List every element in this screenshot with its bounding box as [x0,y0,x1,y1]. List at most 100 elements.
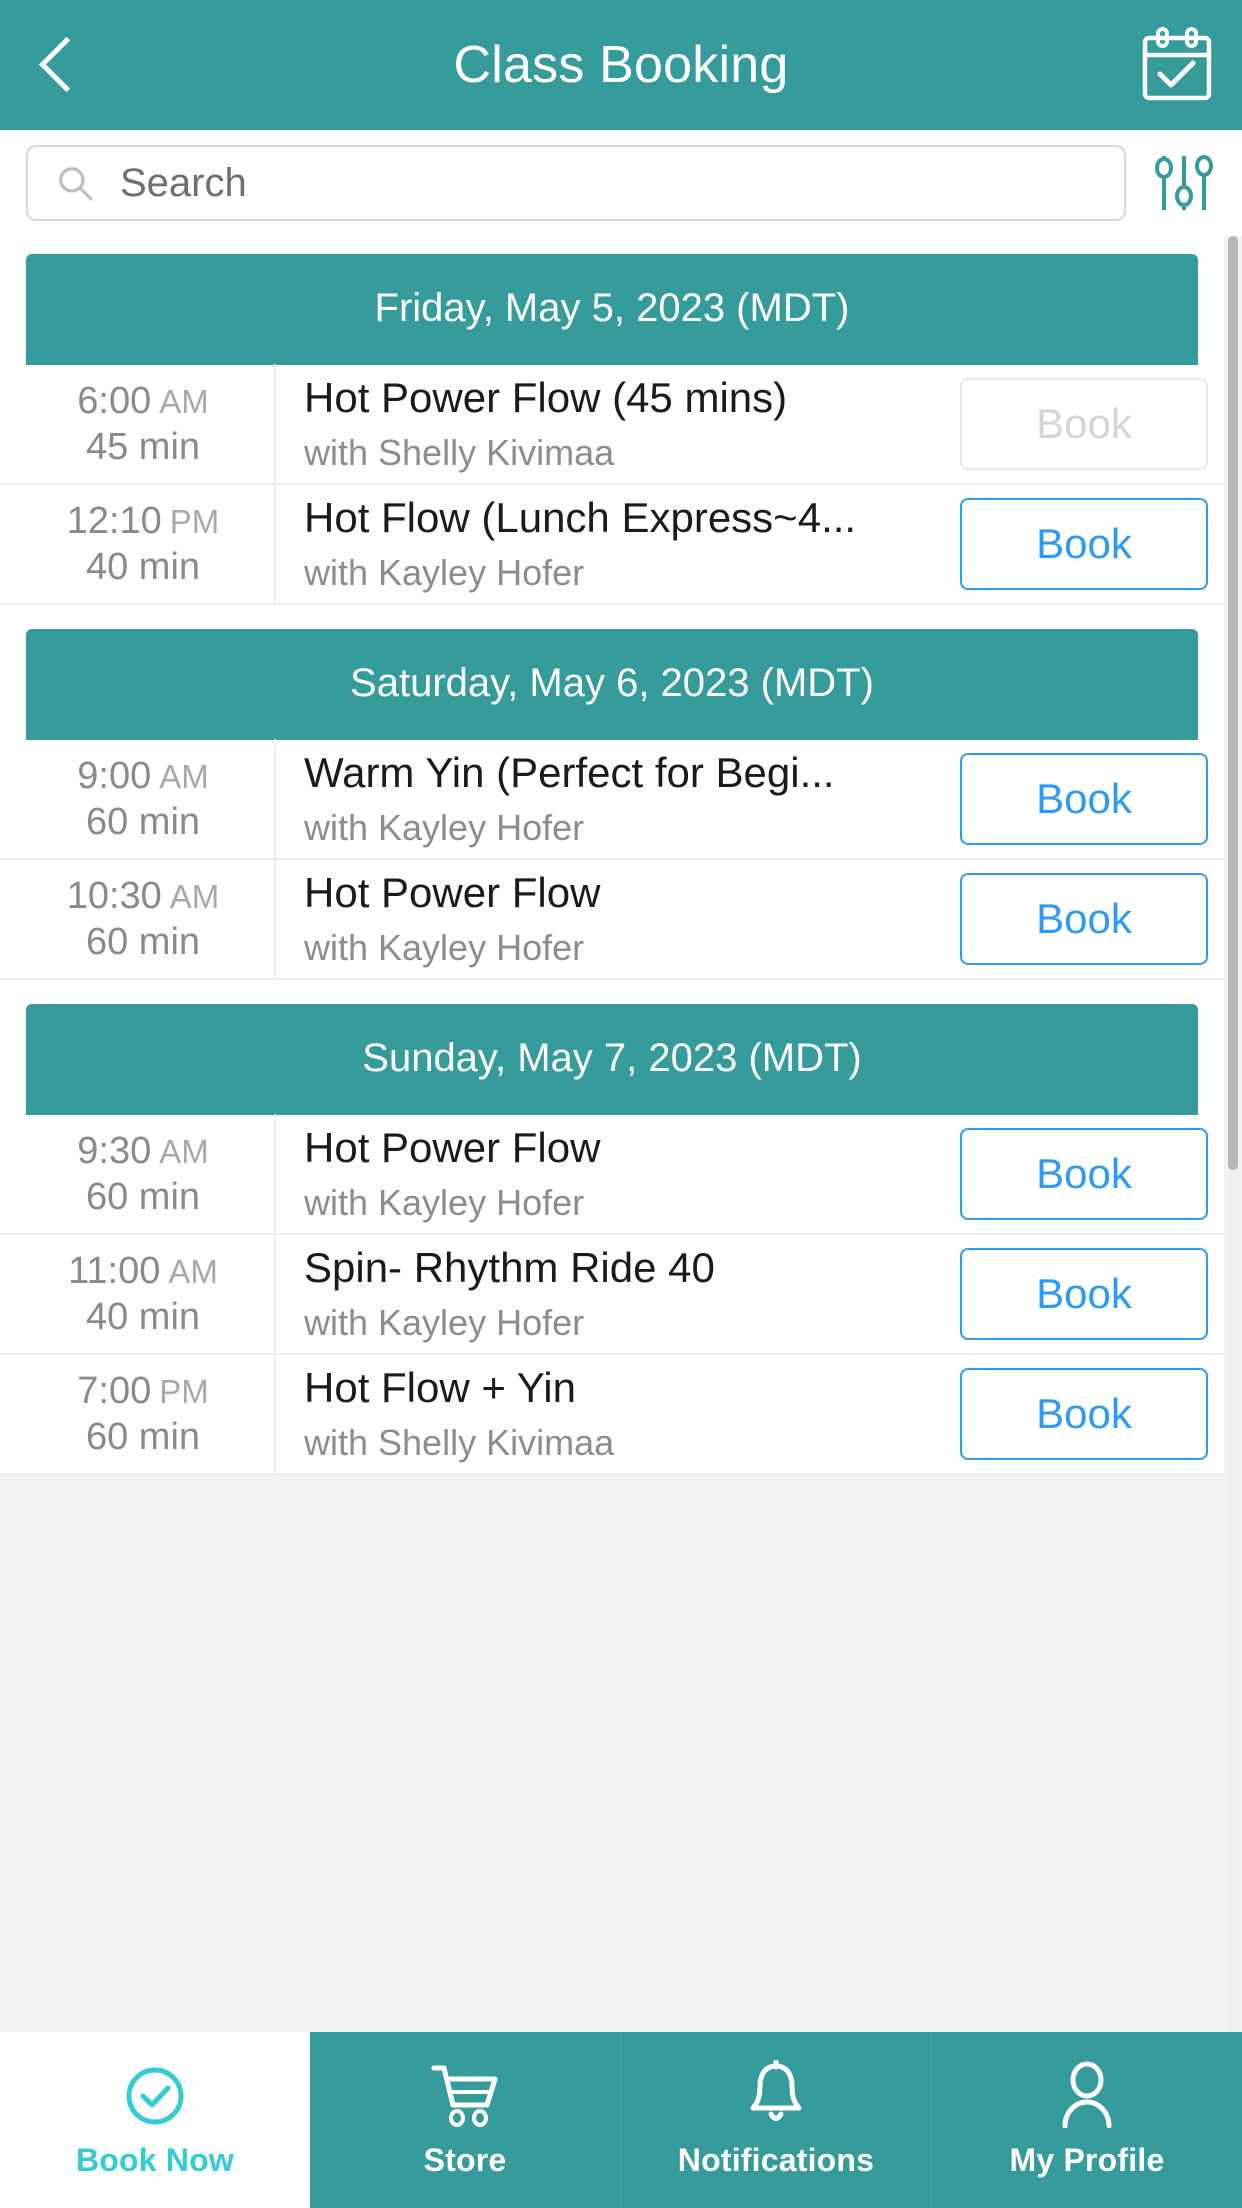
class-instructor: with Kayley Hofer [304,551,585,593]
class-time-meridiem: AM [169,877,220,915]
page-title: Class Booking [453,36,789,94]
class-instructor: with Kayley Hofer [304,1301,585,1343]
class-duration: 60 min [85,1416,201,1458]
class-info-column: Hot Power Flow with Kayley Hofer [276,868,960,969]
class-time-meridiem: AM [168,1252,218,1290]
class-row[interactable]: 12:10 PM 40 min Hot Flow (Lunch Express~4..… [0,484,1224,605]
class-info-column: Hot Power Flow with Kayley Hofer [276,1123,960,1224]
class-duration: 60 min [85,921,201,963]
back-button[interactable] [0,0,110,130]
tab-book-now[interactable]: Book Now [0,2032,310,2208]
class-instructor: with Shelly Kivimaa [304,1421,615,1463]
class-time-column: 7:00 PM 60 min [26,1354,276,1474]
calendar-check-icon [1142,27,1212,101]
class-name: Hot Flow (Lunch Express~4... [304,494,857,542]
book-button[interactable]: Book [960,873,1208,965]
tab-label: Store [423,2141,507,2178]
class-name: Hot Power Flow [304,869,601,917]
class-time-column: 11:00 AM 40 min [26,1234,276,1354]
scrollbar-thumb[interactable] [1228,236,1238,1170]
class-action-column: Book [960,378,1224,470]
class-time: 7:00 PM [77,1368,208,1414]
class-name: Spin- Rhythm Ride 40 [304,1244,715,1292]
class-duration: 45 min [85,426,201,468]
class-info-column: Hot Flow (Lunch Express~4... with Kayley … [276,493,960,594]
class-time: 9:30 AM [77,1128,208,1174]
day-header: Saturday, May 6, 2023 (MDT) [26,629,1198,740]
class-duration: 60 min [85,1176,201,1218]
class-info-column: Hot Flow + Yin with Shelly Kivimaa [276,1363,960,1464]
tab-label: Book Now [75,2141,235,2178]
bottom-tab-bar: Book Now Store Notifications My Profile [0,2032,1242,2208]
class-duration: 40 min [85,546,201,588]
class-time-column: 10:30 AM 60 min [26,859,276,979]
class-instructor: with Shelly Kivimaa [304,431,615,473]
class-time: 9:00 AM [77,753,208,799]
search-input[interactable]: Search [26,145,1126,221]
class-action-column: Book [960,873,1224,965]
calendar-button[interactable] [1112,0,1242,130]
class-duration: 60 min [85,801,201,843]
book-button[interactable]: Book [960,1248,1208,1340]
class-row[interactable]: 10:30 AM 60 min Hot Power Flow with Kayley H… [0,859,1224,980]
schedule-scroll-area[interactable]: Friday, May 5, 2023 (MDT) 6:00 AM 45 min Hot… [0,236,1242,2032]
list-bottom-spacer [0,1475,1224,1675]
class-info-column: Hot Power Flow (45 mins) with Shelly Kivi… [276,373,960,474]
class-time-value: 10:30 [66,874,162,917]
class-time-meridiem: AM [159,757,209,795]
class-time-value: 9:30 [77,1129,152,1172]
class-row[interactable]: 9:00 AM 60 min Warm Yin (Perfect for Begi..… [0,739,1224,860]
search-icon [59,167,93,201]
class-time-column: 9:00 AM 60 min [26,739,276,859]
search-placeholder: Search [120,160,247,205]
class-row[interactable]: 9:30 AM 60 min Hot Power Flow with Kayley Ho… [0,1114,1224,1235]
class-time-meridiem: PM [169,502,220,540]
filter-button[interactable] [1126,130,1242,236]
tab-notifications[interactable]: Notifications [621,2032,932,2208]
class-time-value: 12:10 [66,499,162,542]
class-action-column: Book [960,1128,1224,1220]
class-time-column: 9:30 AM 60 min [26,1114,276,1234]
tab-label: My Profile [1009,2141,1165,2178]
class-action-column: Book [960,753,1224,845]
class-time-column: 6:00 AM 45 min [26,364,276,484]
class-name: Hot Flow + Yin [304,1364,576,1412]
class-row[interactable]: 11:00 AM 40 min Spin- Rhythm Ride 40 with Ka… [0,1234,1224,1355]
book-button[interactable]: Book [960,498,1208,590]
class-info-column: Warm Yin (Perfect for Begi... with Kayley… [276,748,960,849]
tab-label: Notifications [677,2141,875,2178]
class-time: 11:00 AM [68,1248,218,1294]
class-time-meridiem: AM [159,1132,209,1170]
class-time-column: 12:10 PM 40 min [26,484,276,604]
day-header: Friday, May 5, 2023 (MDT) [26,254,1198,365]
user-icon [1056,2061,1118,2128]
schedule-list: Friday, May 5, 2023 (MDT) 6:00 AM 45 min Hot… [0,236,1224,1675]
class-time-value: 9:00 [77,754,152,797]
book-button: Book [960,378,1208,470]
class-time-meridiem: AM [159,382,209,420]
tab-store[interactable]: Store [310,2032,621,2208]
class-time-value: 11:00 [68,1249,161,1292]
class-name: Warm Yin (Perfect for Begi... [304,749,835,797]
tab-my-profile[interactable]: My Profile [932,2032,1242,2208]
class-action-column: Book [960,1368,1224,1460]
class-row[interactable]: 6:00 AM 45 min Hot Power Flow (45 mins) with… [0,364,1224,485]
class-time-value: 6:00 [77,379,152,422]
book-button[interactable]: Book [960,753,1208,845]
class-row[interactable]: 7:00 PM 60 min Hot Flow + Yin with Shelly Ki… [0,1354,1224,1475]
class-instructor: with Kayley Hofer [304,1181,585,1223]
bell-icon [745,2059,807,2128]
check-circle-icon [123,2062,187,2128]
book-button[interactable]: Book [960,1368,1208,1460]
shopping-cart-icon [430,2062,500,2128]
class-time-meridiem: PM [159,1372,209,1410]
class-name: Hot Power Flow [304,1124,601,1172]
app-header: Class Booking [0,0,1242,130]
day-header: Sunday, May 7, 2023 (MDT) [26,1004,1198,1115]
class-instructor: with Kayley Hofer [304,806,585,848]
class-instructor: with Kayley Hofer [304,926,585,968]
book-button[interactable]: Book [960,1128,1208,1220]
class-action-column: Book [960,498,1224,590]
filter-sliders-icon [1155,155,1213,210]
class-booking-screen: Class Booking Search Friday, May 5, 2023… [0,0,1242,2208]
